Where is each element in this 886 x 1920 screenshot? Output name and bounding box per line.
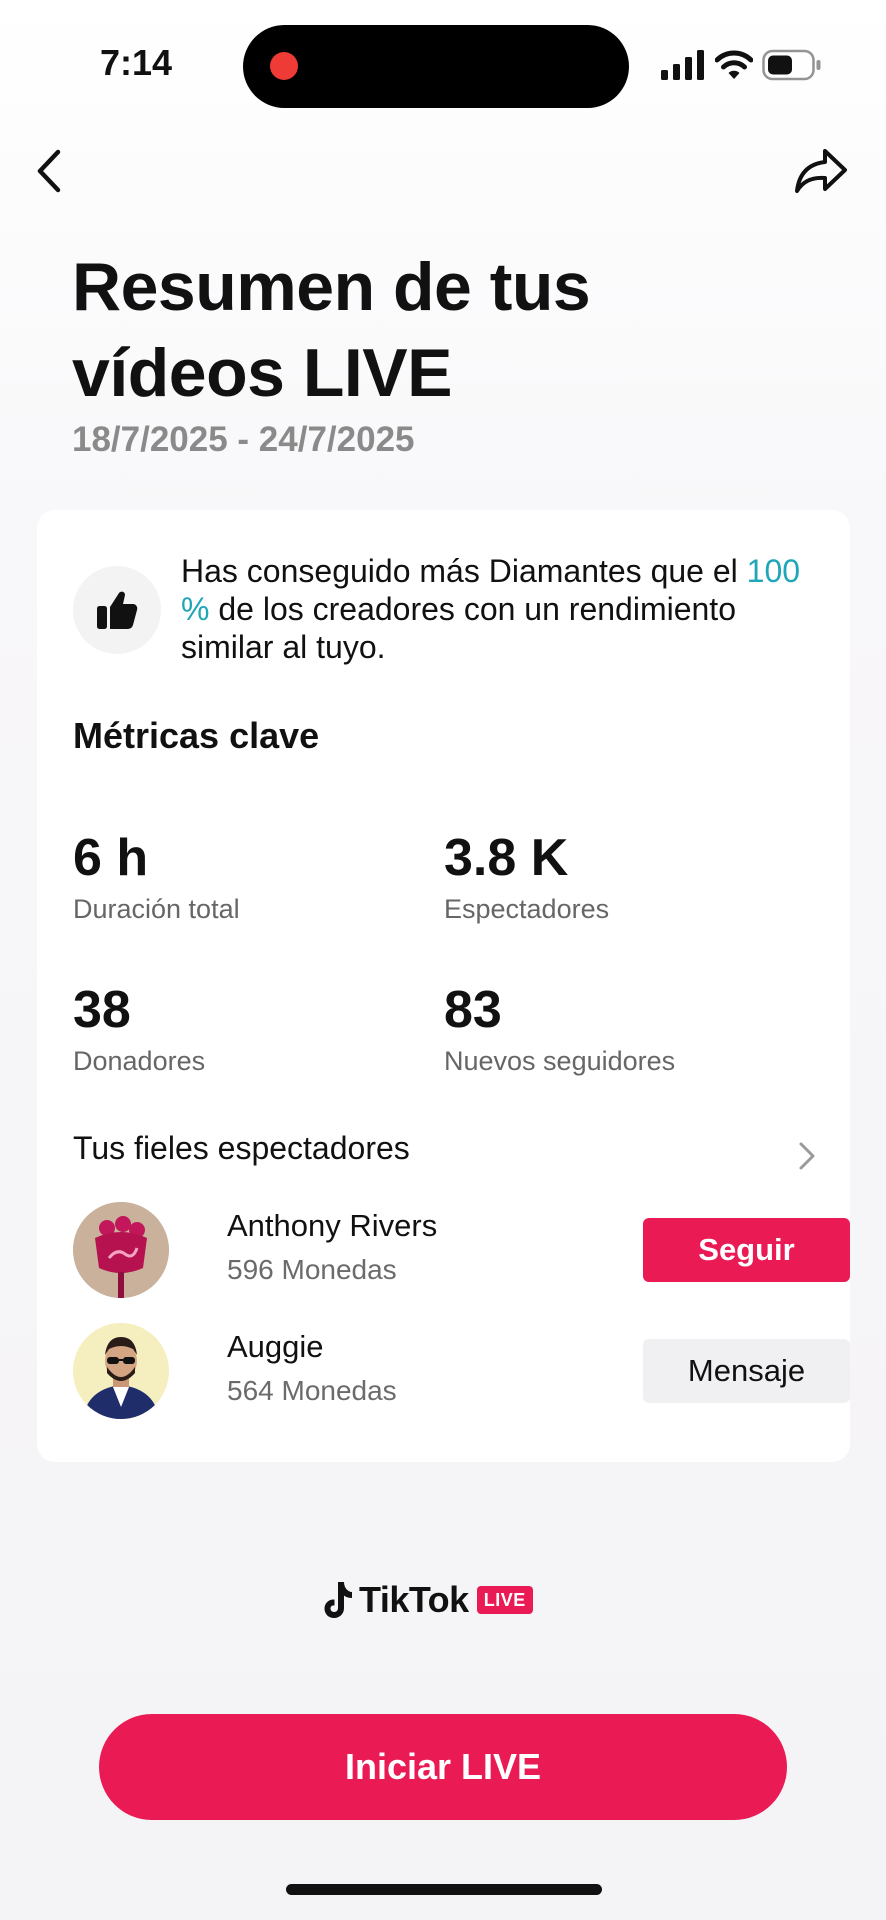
metric-new-followers: 83 Nuevos seguidores — [444, 980, 675, 1077]
home-indicator[interactable] — [286, 1884, 602, 1895]
fan-name: Auggie — [227, 1329, 324, 1364]
logo-brand: TikTok — [359, 1579, 469, 1620]
avatar[interactable] — [73, 1323, 169, 1419]
tiktok-note-icon — [324, 1582, 352, 1618]
metric-total-duration: 6 h Duración total — [73, 828, 240, 925]
fan-coins: 596 Monedas — [227, 1254, 397, 1285]
fan-name: Anthony Rivers — [227, 1208, 438, 1243]
chevron-right-icon — [799, 1142, 815, 1170]
metric-viewers: 3.8 K Espectadores — [444, 828, 609, 925]
performance-highlight: Has conseguido más Diamantes que el 100 … — [181, 552, 821, 666]
metric-label: Duración total — [73, 894, 240, 924]
back-chevron-icon[interactable] — [30, 148, 72, 194]
metric-label: Nuevos seguidores — [444, 1046, 676, 1076]
metric-value: 38 — [73, 981, 131, 1039]
fan-row: Anthony Rivers 596 Monedas Seguir — [73, 1202, 850, 1298]
page-title-line2: vídeos LIVE — [72, 335, 452, 411]
cellular-signal-icon — [661, 50, 704, 80]
metric-value: 83 — [444, 981, 502, 1039]
thumbs-up-badge — [73, 566, 161, 654]
share-arrow-icon[interactable] — [793, 146, 849, 196]
page-title-line1: Resumen de tus — [72, 249, 591, 325]
message-button[interactable]: Mensaje — [643, 1339, 850, 1403]
fan-coins: 564 Monedas — [227, 1375, 397, 1406]
loyal-viewers-header[interactable]: Tus fieles espectadores — [37, 1130, 850, 1190]
metrics-title: Métricas clave — [73, 715, 320, 756]
highlight-text-after: de los creadores con un rendimiento simi… — [181, 591, 736, 665]
metric-donors: 38 Donadores — [73, 980, 205, 1077]
date-range: 18/7/2025 - 24/7/2025 — [72, 420, 415, 459]
avatar-illustration-icon — [73, 1202, 169, 1298]
wifi-icon — [715, 50, 753, 79]
metric-value: 3.8 K — [444, 829, 569, 887]
thumbs-up-icon — [97, 591, 138, 629]
metric-label: Donadores — [73, 1046, 206, 1076]
summary-card: Has conseguido más Diamantes que el 100 … — [37, 510, 850, 1462]
start-live-button[interactable]: Iniciar LIVE — [99, 1714, 787, 1820]
battery-icon — [762, 49, 821, 81]
status-time: 7:14 — [100, 42, 173, 83]
metric-value: 6 h — [73, 829, 149, 887]
loyal-viewers-title: Tus fieles espectadores — [73, 1130, 410, 1166]
dynamic-island — [243, 25, 629, 108]
avatar[interactable] — [73, 1202, 169, 1298]
logo-live-badge: LIVE — [476, 1586, 533, 1614]
avatar-photo-icon — [73, 1323, 169, 1419]
tiktok-live-logo: TikTok LIVE — [323, 1578, 533, 1622]
fan-row: Auggie 564 Monedas Mensaje — [73, 1323, 850, 1419]
follow-button[interactable]: Seguir — [643, 1218, 850, 1282]
metric-label: Espectadores — [444, 894, 610, 924]
highlight-text-before: Has conseguido más Diamantes que el — [181, 553, 738, 589]
recording-dot-icon — [270, 52, 298, 80]
page-title: Resumen de tus vídeos LIVE — [72, 244, 772, 416]
